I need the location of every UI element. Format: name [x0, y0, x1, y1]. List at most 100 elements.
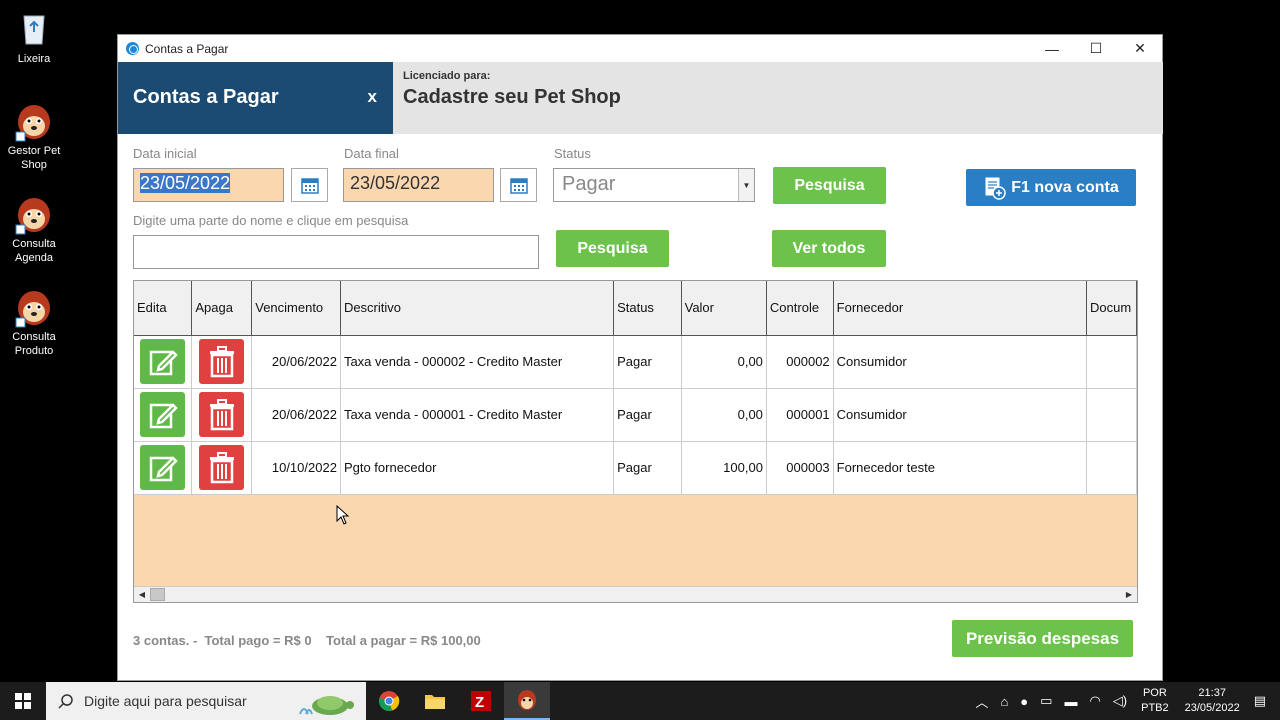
search-icon	[58, 694, 73, 709]
maximize-button[interactable]: ☐	[1074, 35, 1118, 62]
cell-status: Pagar	[613, 388, 682, 442]
edit-icon	[149, 402, 178, 428]
column-header-vencimento[interactable]: Vencimento	[251, 281, 341, 336]
date-end-calendar-button[interactable]	[500, 168, 537, 202]
date-end-value: 23/05/2022	[350, 173, 441, 193]
taskbar-gestor-pet-shop[interactable]	[504, 682, 550, 720]
desktop-icon-label: Consulta Produto	[12, 331, 56, 357]
cell-valor: 0,00	[681, 335, 767, 389]
cell-descritivo: Pgto fornecedor	[340, 441, 615, 495]
column-header-controle[interactable]: Controle	[766, 281, 834, 336]
cell-status: Pagar	[613, 335, 682, 389]
cell-descritivo: Taxa venda - 000001 - Credito Master	[340, 388, 615, 442]
taskbar-chrome[interactable]	[366, 682, 412, 720]
desktop-icon-label: Lixeira	[17, 53, 51, 65]
scroll-left-icon[interactable]: ◀	[134, 587, 150, 602]
form-header: Contas a Pagar x Licenciado para: Cadast…	[118, 62, 1163, 134]
battery-icon[interactable]: ▬	[1064, 694, 1077, 709]
new-account-button[interactable]: F1 nova conta	[966, 169, 1136, 206]
summary-text: 3 contas. - Total pago = R$ 0 Total a pa…	[133, 633, 481, 648]
cell-vencimento: 10/10/2022	[251, 441, 341, 495]
status-select[interactable]: Pagar ▼	[553, 168, 755, 202]
trash-icon	[209, 451, 234, 483]
volume-icon[interactable]: ◁)	[1113, 693, 1127, 709]
date-end-input[interactable]: 23/05/2022	[343, 168, 494, 202]
desktop-icon-label: Consulta Agenda	[12, 238, 56, 264]
cell-vencimento: 20/06/2022	[251, 388, 341, 442]
dog-icon	[14, 193, 54, 235]
notifications-icon[interactable]: ▤	[1254, 693, 1266, 709]
desktop-icon-consulta-agenda[interactable]: Consulta Agenda	[4, 193, 64, 265]
input-language-secondary: PTB2	[1141, 702, 1169, 714]
window-titlebar[interactable]: Contas a Pagar — ☐ ✕	[118, 35, 1162, 62]
edit-button[interactable]	[140, 445, 186, 490]
cell-documento	[1086, 441, 1137, 495]
chevron-up-icon[interactable]: ︿	[975, 692, 988, 711]
view-all-button[interactable]: Ver todos	[772, 230, 886, 267]
name-search-input[interactable]	[133, 235, 539, 269]
date-start-calendar-button[interactable]	[291, 168, 328, 202]
desktop-icon-recycle-bin[interactable]: Lixeira	[4, 8, 64, 66]
search-by-date-button[interactable]: Pesquisa	[773, 167, 886, 204]
scroll-thumb[interactable]	[150, 588, 165, 601]
delete-button[interactable]	[199, 445, 245, 490]
edit-button[interactable]	[140, 339, 186, 384]
minimize-button[interactable]: —	[1030, 35, 1074, 62]
network-icon[interactable]: ⌂	[1000, 694, 1008, 709]
column-header-status[interactable]: Status	[613, 281, 682, 336]
taskbar-search-placeholder: Digite aqui para pesquisar	[84, 693, 247, 709]
edit-button[interactable]	[140, 392, 186, 437]
delete-button[interactable]	[199, 392, 245, 437]
table-header-row: Edita Apaga Vencimento Descritivo Status…	[134, 281, 1137, 336]
date-start-input[interactable]: 23/05/2022	[133, 168, 284, 202]
chevron-down-icon[interactable]: ▼	[738, 169, 754, 201]
horizontal-scrollbar[interactable]: ◀ ▶	[134, 586, 1137, 602]
taskbar-search-box[interactable]: Digite aqui para pesquisar	[46, 682, 366, 720]
desktop-icon-gestor-pet-shop[interactable]: Gestor Pet Shop	[4, 100, 64, 172]
column-header-edita[interactable]: Edita	[134, 281, 193, 336]
cell-status: Pagar	[613, 441, 682, 495]
display-icon[interactable]: ▭	[1040, 693, 1052, 709]
scroll-right-icon[interactable]: ▶	[1121, 587, 1137, 602]
table-row[interactable]: 20/06/2022 Taxa venda - 000002 - Credito…	[134, 335, 1137, 389]
taskbar: Digite aqui para pesquisar Z ︿ ⌂ ● ▭ ▬ ◠…	[0, 682, 1280, 720]
microphone-icon[interactable]: ●	[1020, 694, 1028, 709]
cell-controle: 000003	[766, 441, 834, 495]
windows-icon	[15, 693, 31, 709]
cell-vencimento: 20/06/2022	[251, 335, 341, 389]
taskbar-filezilla[interactable]: Z	[458, 682, 504, 720]
taskbar-file-explorer[interactable]	[412, 682, 458, 720]
wifi-icon[interactable]: ◠	[1089, 693, 1100, 709]
column-header-valor[interactable]: Valor	[681, 281, 767, 336]
table-row[interactable]: 10/10/2022 Pgto fornecedor Pagar 100,00 …	[134, 441, 1137, 495]
clock[interactable]: 21:37 23/05/2022	[1185, 686, 1240, 716]
dog-icon	[14, 286, 54, 328]
column-header-apaga[interactable]: Apaga	[191, 281, 253, 336]
cell-valor: 100,00	[681, 441, 767, 495]
delete-button[interactable]	[199, 339, 245, 384]
desktop-icon-label: Gestor Pet Shop	[7, 145, 61, 171]
edit-icon	[149, 455, 178, 481]
desktop-icon-consulta-produto[interactable]: Consulta Produto	[4, 286, 64, 358]
date-start-label: Data inicial	[133, 146, 197, 161]
accounts-grid[interactable]: Edita Apaga Vencimento Descritivo Status…	[133, 280, 1138, 603]
input-language[interactable]: POR PTB2	[1141, 686, 1169, 716]
search-by-name-button[interactable]: Pesquisa	[556, 230, 669, 267]
column-header-fornecedor[interactable]: Fornecedor	[833, 281, 1088, 336]
cell-controle: 000001	[766, 388, 834, 442]
forecast-expenses-button[interactable]: Previsão despesas	[952, 620, 1133, 657]
table-row[interactable]: 20/06/2022 Taxa venda - 000001 - Credito…	[134, 388, 1137, 442]
close-form-button[interactable]: x	[368, 87, 377, 107]
app-icon	[126, 42, 139, 55]
close-window-button[interactable]: ✕	[1118, 35, 1162, 62]
start-button[interactable]	[0, 682, 46, 720]
accounts-table: Edita Apaga Vencimento Descritivo Status…	[134, 281, 1137, 495]
cell-controle: 000002	[766, 335, 834, 389]
new-account-button-label: F1 nova conta	[1011, 178, 1119, 196]
column-header-documento[interactable]: Docum	[1086, 281, 1137, 336]
cell-valor: 0,00	[681, 388, 767, 442]
svg-text:Z: Z	[475, 694, 484, 711]
date-end-label: Data final	[344, 146, 399, 161]
column-header-descritivo[interactable]: Descritivo	[340, 281, 615, 336]
folder-icon	[425, 695, 445, 709]
